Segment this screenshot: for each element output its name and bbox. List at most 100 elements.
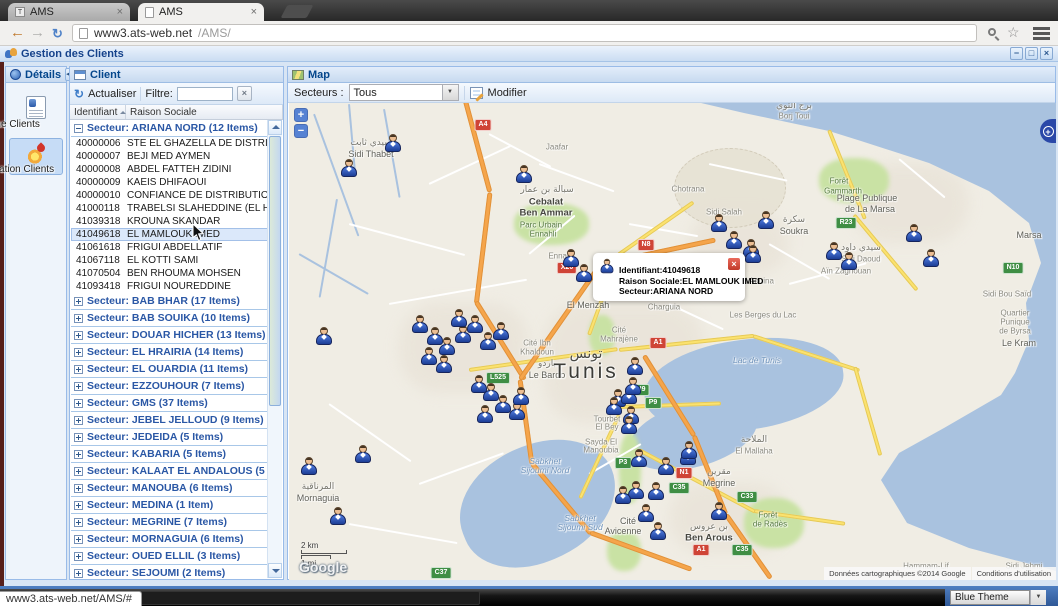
window-restore-icon[interactable]: □: [1025, 47, 1038, 60]
client-marker[interactable]: [648, 482, 664, 500]
client-marker[interactable]: [621, 416, 637, 434]
modifier-button[interactable]: Modifier: [488, 87, 527, 99]
window-minimize-icon[interactable]: −: [1010, 47, 1023, 60]
client-marker[interactable]: [625, 377, 641, 395]
group-row[interactable]: Secteur: EZZOUHOUR (7 Items): [71, 378, 269, 395]
table-row[interactable]: 41039318KROUNA SKANDAR: [71, 215, 269, 228]
client-marker[interactable]: [627, 357, 643, 375]
client-marker[interactable]: [638, 504, 654, 522]
client-marker[interactable]: [341, 159, 357, 177]
client-marker[interactable]: [711, 214, 727, 232]
group-row[interactable]: Secteur: BAB SOUIKA (10 Items): [71, 310, 269, 327]
filter-input[interactable]: [177, 87, 233, 101]
sidebar-item-localisation-clients[interactable]: Localisation Clients: [9, 138, 63, 175]
forward-icon[interactable]: →: [30, 24, 45, 42]
window-close-icon[interactable]: ×: [1040, 47, 1053, 60]
table-row[interactable]: 41067118EL KOTTI SAMI: [71, 254, 269, 267]
client-marker[interactable]: [516, 165, 532, 183]
terms-link[interactable]: Conditions d'utilisation: [972, 567, 1056, 580]
client-marker[interactable]: [355, 445, 371, 463]
zoom-in-button[interactable]: +: [294, 108, 308, 122]
zoom-out-button[interactable]: −: [294, 124, 308, 138]
group-row[interactable]: Secteur: KALAAT EL ANDALOUS (5 Items): [71, 463, 269, 480]
group-row[interactable]: Secteur: EL OUARDIA (11 Items): [71, 361, 269, 378]
expand-group-icon[interactable]: [74, 467, 83, 476]
chevron-down-icon[interactable]: ▼: [1030, 590, 1046, 605]
scrollbar-thumb[interactable]: [269, 136, 281, 406]
expand-group-icon[interactable]: [74, 399, 83, 408]
client-marker[interactable]: [412, 315, 428, 333]
expand-group-icon[interactable]: [74, 416, 83, 425]
client-marker[interactable]: [606, 397, 622, 415]
group-row[interactable]: Secteur: JEDEIDA (5 Items): [71, 429, 269, 446]
table-row[interactable]: 40000009KAEIS DHIFAOUI: [71, 176, 269, 189]
search-icon[interactable]: [988, 28, 996, 36]
group-row[interactable]: Secteur: DOUAR HICHER (13 Items): [71, 327, 269, 344]
client-marker[interactable]: [841, 252, 857, 270]
table-row[interactable]: 41049618EL MAMLOUK IMED: [71, 228, 269, 241]
expand-group-icon[interactable]: [74, 450, 83, 459]
table-row[interactable]: 41061618FRIGUI ABDELLATIF: [71, 241, 269, 254]
group-row[interactable]: Secteur: MEDINA (1 Item): [71, 497, 269, 514]
new-tab-button[interactable]: [281, 5, 314, 18]
client-marker[interactable]: [330, 507, 346, 525]
client-marker[interactable]: [826, 242, 842, 260]
column-raison-sociale[interactable]: Raison Sociale: [126, 105, 283, 119]
expand-group-icon[interactable]: [74, 382, 83, 391]
client-marker[interactable]: [615, 486, 631, 504]
client-marker[interactable]: [301, 457, 317, 475]
client-marker[interactable]: [658, 457, 674, 475]
grid-scrollbar[interactable]: [267, 120, 282, 578]
group-row[interactable]: Secteur: GMS (37 Items): [71, 395, 269, 412]
client-marker[interactable]: [726, 231, 742, 249]
back-icon[interactable]: ←: [10, 24, 25, 42]
client-marker[interactable]: [493, 322, 509, 340]
table-row[interactable]: 40000010CONFIANCE DE DISTRIBUTION: [71, 189, 269, 202]
column-identifiant[interactable]: Identifiant: [70, 105, 126, 119]
expand-group-icon[interactable]: [74, 365, 83, 374]
collapse-group-icon[interactable]: [74, 124, 83, 133]
client-marker[interactable]: [923, 249, 939, 267]
group-row[interactable]: Secteur: OUED ELLIL (3 Items): [71, 548, 269, 565]
table-row[interactable]: 40000008ABDEL FATTEH ZIDINI: [71, 163, 269, 176]
client-marker[interactable]: [477, 405, 493, 423]
table-row[interactable]: 41000118TRABELSI SLAHEDDINE (EL HAMED: [71, 202, 269, 215]
table-row[interactable]: 40000007BEJI MED AYMEN: [71, 150, 269, 163]
expand-group-icon[interactable]: [74, 501, 83, 510]
table-row[interactable]: 40000006STE EL GHAZELLA DE DISTRIBUTIO: [71, 137, 269, 150]
theme-select[interactable]: Blue Theme ▼: [950, 590, 1046, 605]
address-bar[interactable]: www3.ats-web.net/AMS/: [72, 24, 977, 42]
client-marker[interactable]: [513, 387, 529, 405]
group-row[interactable]: Secteur: MEGRINE (7 Items): [71, 514, 269, 531]
expand-group-icon[interactable]: [74, 484, 83, 493]
browser-tab-1[interactable]: T AMS ×: [8, 3, 130, 21]
browser-tab-2[interactable]: AMS ×: [138, 3, 264, 21]
group-row[interactable]: Secteur: JEBEL JELLOUD (9 Items): [71, 412, 269, 429]
client-marker[interactable]: [711, 502, 727, 520]
group-row[interactable]: Secteur: MANOUBA (6 Items): [71, 480, 269, 497]
table-row[interactable]: 41070504BEN RHOUMA MOHSEN: [71, 267, 269, 280]
chevron-down-icon[interactable]: ▼: [442, 85, 458, 100]
scroll-down-icon[interactable]: [268, 563, 282, 578]
expand-group-icon[interactable]: [74, 297, 83, 306]
group-row[interactable]: Secteur: SEJOUMI (2 Items): [71, 565, 269, 578]
client-marker[interactable]: [631, 449, 647, 467]
client-marker[interactable]: [650, 522, 666, 540]
secteurs-select[interactable]: Tous ▼: [349, 84, 459, 101]
client-marker[interactable]: [906, 224, 922, 242]
client-marker[interactable]: [745, 245, 761, 263]
expand-group-icon[interactable]: [74, 433, 83, 442]
menu-icon[interactable]: [1033, 27, 1050, 40]
client-marker[interactable]: [439, 337, 455, 355]
tab-close-icon[interactable]: ×: [117, 7, 123, 18]
expand-group-icon[interactable]: [74, 518, 83, 527]
group-row[interactable]: Secteur: EL HRAIRIA (14 Items): [71, 344, 269, 361]
expand-group-icon[interactable]: [74, 331, 83, 340]
clear-filter-icon[interactable]: ×: [237, 86, 252, 101]
client-marker[interactable]: [758, 211, 774, 229]
refresh-button[interactable]: Actualiser: [88, 88, 136, 100]
map-canvas[interactable]: A4X20N8A1A1N1R23N10L525N9P9P3C35C33C35C3…: [289, 103, 1056, 580]
expand-group-icon[interactable]: [74, 535, 83, 544]
expand-group-icon[interactable]: [74, 348, 83, 357]
bookmark-star-icon[interactable]: ☆: [1007, 24, 1020, 41]
